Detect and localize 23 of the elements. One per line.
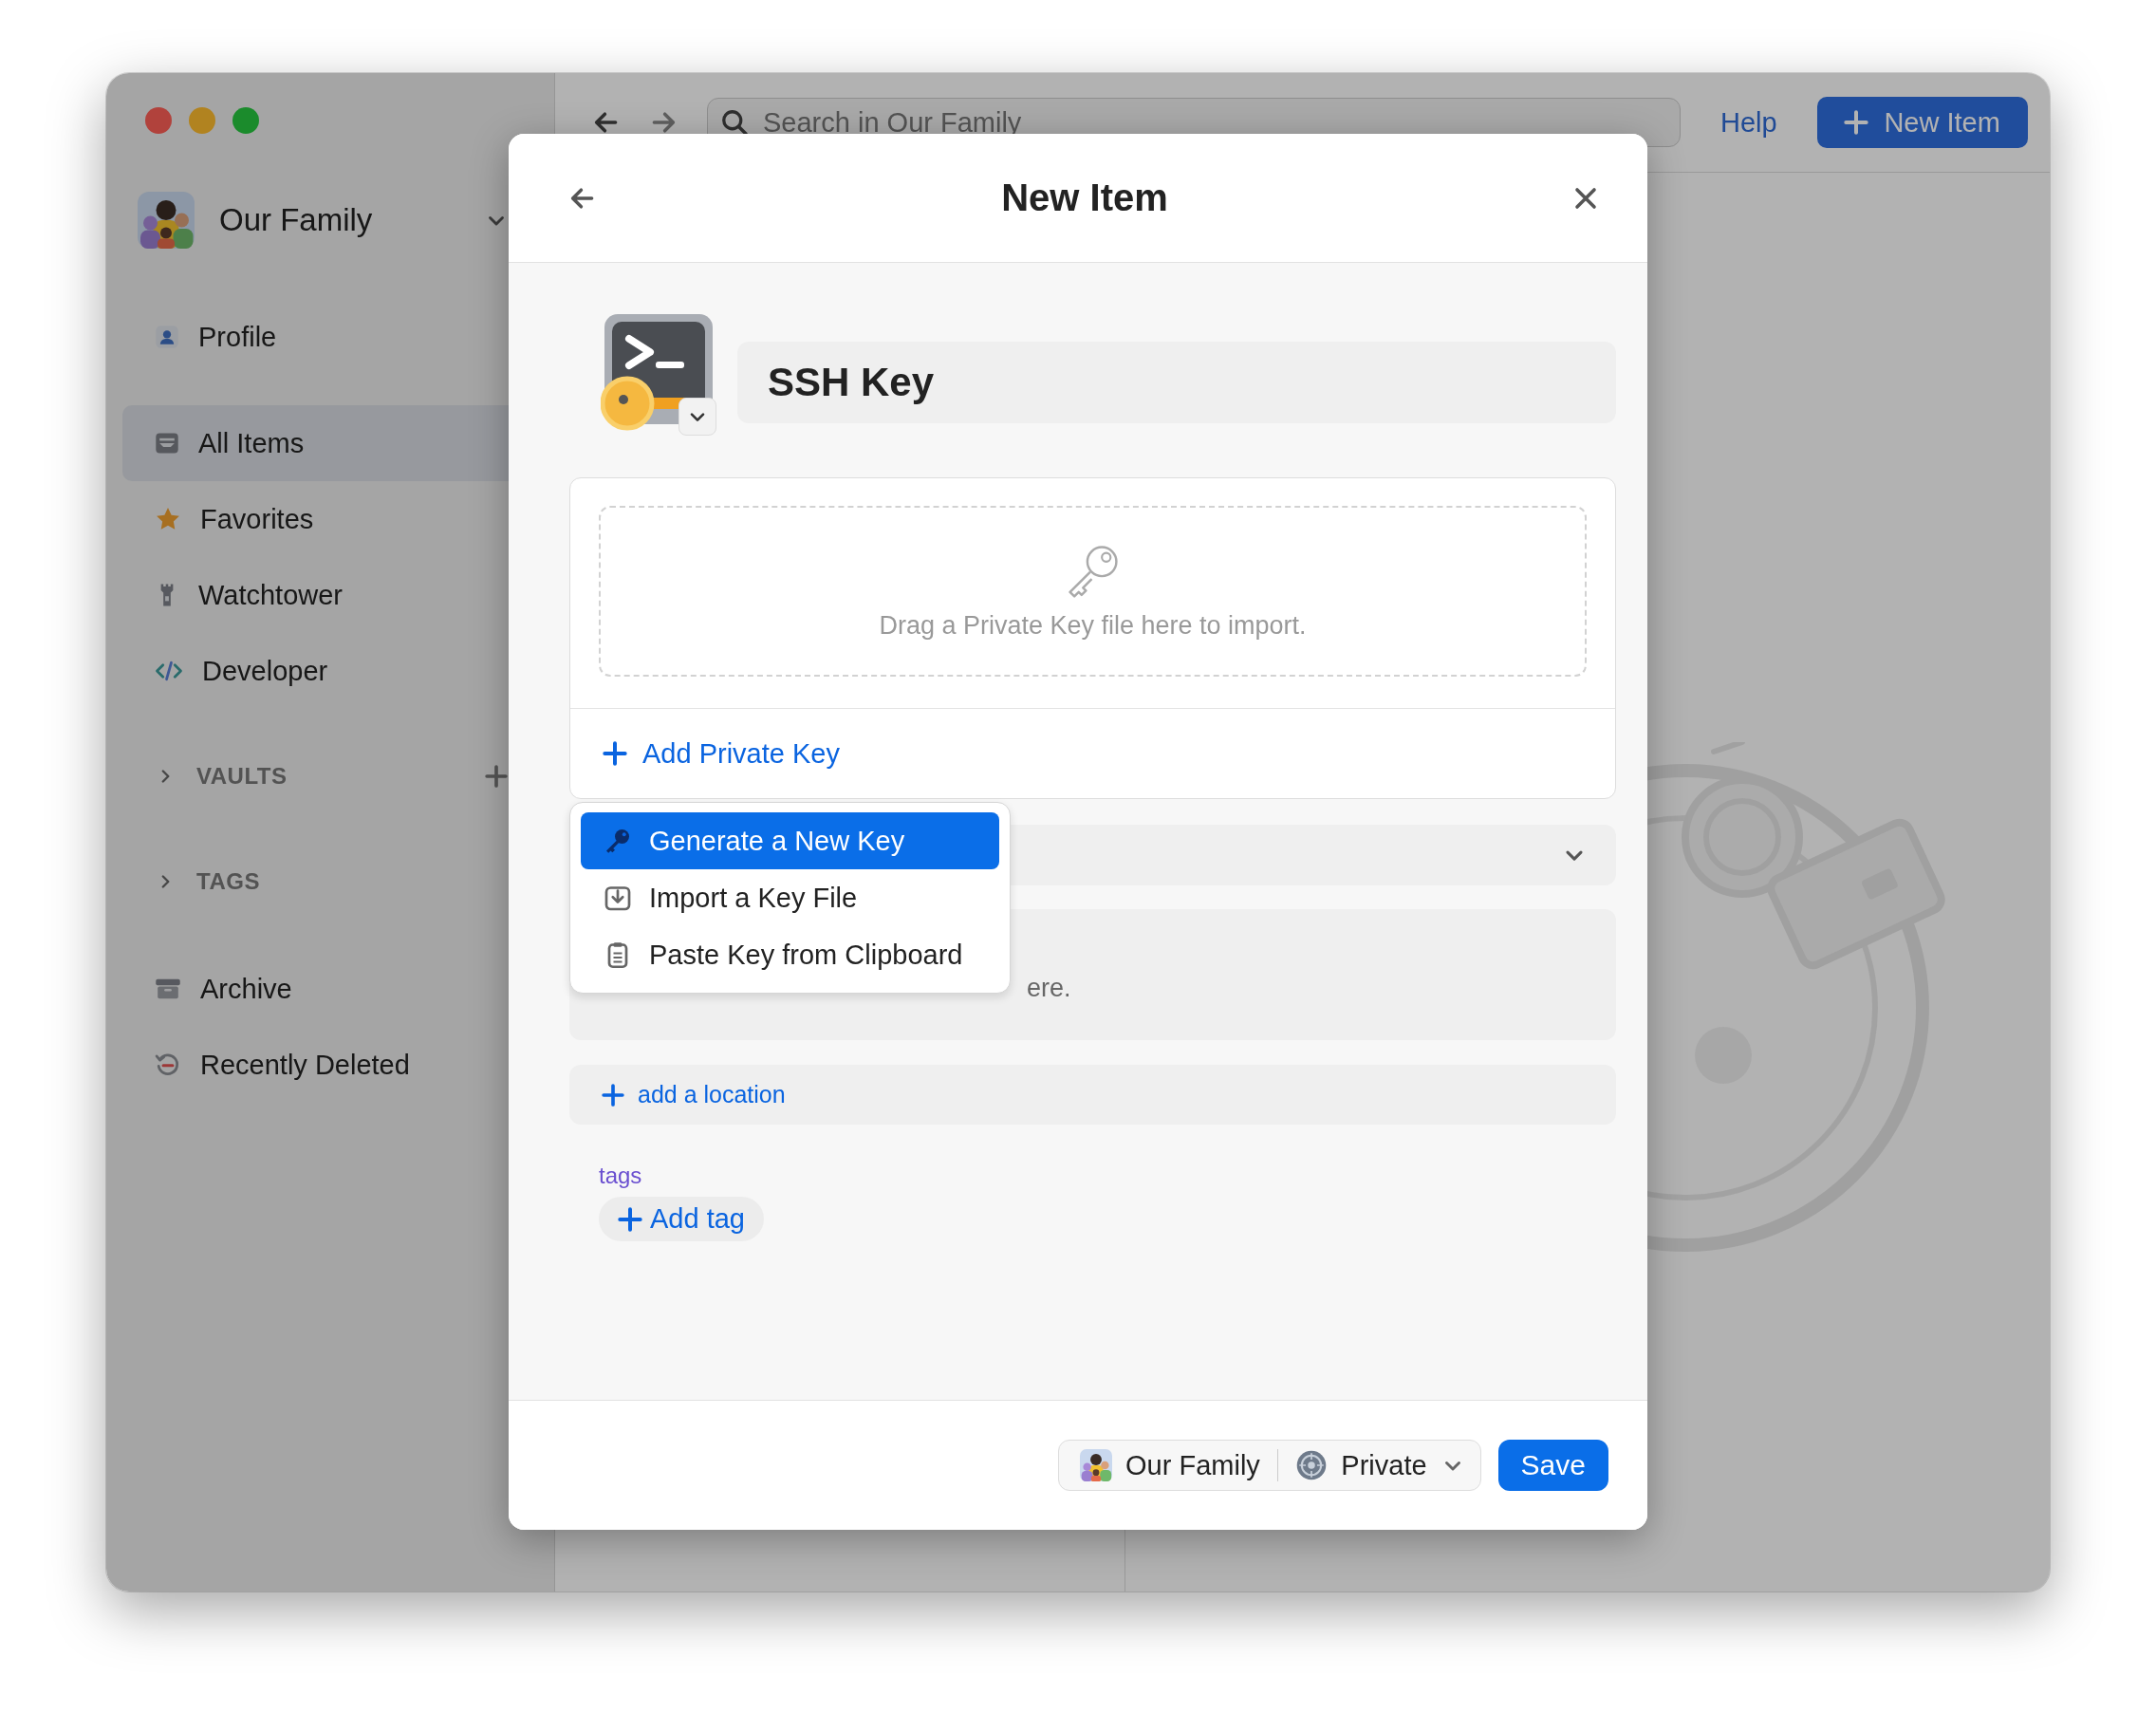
- save-button[interactable]: Save: [1497, 1440, 1608, 1492]
- drop-zone-hint: Drag a Private Key file here to import.: [879, 610, 1307, 641]
- sidebar-item[interactable]: Recently Deleted: [122, 1027, 538, 1103]
- sidebar-item[interactable]: Developer: [122, 633, 538, 709]
- vault-picker[interactable]: Our Family Private: [1058, 1440, 1481, 1492]
- account-name[interactable]: Our Family: [219, 202, 459, 238]
- new-item-button[interactable]: New Item: [1816, 97, 2028, 148]
- sidebar-item[interactable]: Profile: [122, 299, 538, 375]
- add-private-key-link[interactable]: Add Private Key: [603, 737, 840, 770]
- section-label: VAULTS: [196, 763, 288, 790]
- add-tag-button[interactable]: Add tag: [599, 1197, 764, 1241]
- dialog-title: New Item: [1000, 177, 1169, 219]
- help-link[interactable]: Help: [1720, 106, 1777, 139]
- sidebar-item[interactable]: Favorites: [122, 481, 538, 557]
- sidebar-item[interactable]: Archive: [122, 951, 538, 1027]
- notes-text: ere.: [1027, 973, 1071, 1003]
- add-location-link[interactable]: add a location: [602, 1081, 786, 1108]
- menu-item[interactable]: Generate a New Key: [581, 812, 999, 869]
- menu-item[interactable]: Paste Key from Clipboard: [581, 926, 999, 983]
- item-title-field[interactable]: SSH Key: [737, 342, 1616, 423]
- tags-label: tags: [598, 1163, 643, 1189]
- section-label: TAGS: [196, 868, 261, 895]
- sidebar-item[interactable]: Watchtower: [122, 557, 538, 633]
